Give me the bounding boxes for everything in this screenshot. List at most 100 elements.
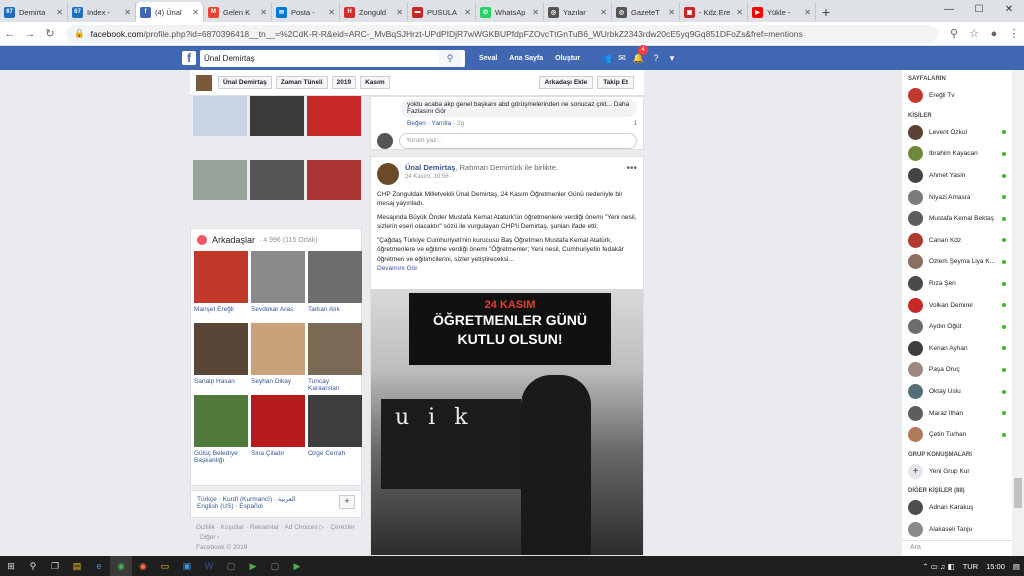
close-tab-icon[interactable]: ✕ [464,8,471,17]
minimize-icon[interactable]: — [934,0,964,20]
facebook-logo[interactable]: f [182,51,196,65]
browser-tab[interactable]: ▬ PUSULA ✕ [408,2,476,22]
contact-item[interactable]: Volkan Demirel [902,294,1012,316]
maximize-icon[interactable]: ☐ [964,0,994,20]
browser-tab[interactable]: 67 Index - ✕ [68,2,136,22]
friend-photo[interactable] [308,323,362,375]
contact-item[interactable]: Mustafa Kemal Bektaş [902,208,1012,230]
friend-name[interactable]: Manşet Ereğli [194,306,248,320]
explorer-icon[interactable]: ▤ [66,556,88,576]
close-tab-icon[interactable]: ✕ [192,8,199,17]
new-group-item[interactable]: + Yeni Grup Kur [902,461,1012,483]
profile-avatar[interactable]: ● [984,28,1004,40]
friend-tile[interactable]: Seyhan Dikay [251,323,305,392]
friend-photo[interactable] [308,251,362,303]
close-tab-icon[interactable]: ✕ [124,8,131,17]
friend-name[interactable]: Seyhan Dikay [251,378,305,392]
close-tab-icon[interactable]: ✕ [56,8,63,17]
timeline-dropdown[interactable]: Zaman Tüneli [275,76,328,89]
contact-item[interactable]: Paşa Oruç [902,359,1012,381]
friend-photo[interactable] [194,395,248,447]
close-tab-icon[interactable]: ✕ [804,8,811,17]
friend-photo[interactable] [251,395,305,447]
friend-tile[interactable]: Sina Çiladır [251,395,305,464]
contact-item[interactable]: Rıza Şen [902,273,1012,295]
contact-item[interactable]: Ereğli Tv [902,85,1012,107]
search-icon[interactable]: ⚲ [944,27,964,40]
clock[interactable]: 15:00 [986,562,1005,571]
contact-item[interactable]: İbrahim Kayacan [902,143,1012,165]
browser-tab[interactable]: ✆ WhatsAp ✕ [476,2,544,22]
photo-thumb[interactable] [307,96,361,136]
friend-name[interactable]: Sina Çiladır [251,450,305,464]
close-tab-icon[interactable]: ✕ [260,8,267,17]
photo-thumb[interactable] [193,160,247,200]
app-icon[interactable]: ▢ [220,556,242,576]
friend-tile[interactable]: Manşet Ereğli [194,251,248,320]
contact-item[interactable]: Alakaseli Tanju [902,519,1012,541]
app-icon[interactable]: ▶ [286,556,308,576]
new-tab-button[interactable]: + [816,2,836,22]
chrome-icon[interactable]: ◉ [110,556,132,576]
fb-search-input[interactable]: Ünal Demirtaş ⚲ [200,49,465,67]
post-author[interactable]: Ünal Demirtaş [405,163,455,172]
language-line-2[interactable]: English (US) · Español [197,503,355,510]
photo-thumb[interactable] [250,96,304,136]
close-window-icon[interactable]: ✕ [994,0,1024,20]
tray-icons[interactable]: ⌃ ▭ ♫ ◧ [922,562,954,571]
close-tab-icon[interactable]: ✕ [600,8,607,17]
scrollbar-thumb[interactable] [1014,478,1022,508]
quick-help-icon[interactable]: ? [648,53,664,64]
browser-tab[interactable]: ✉ Posta - ✕ [272,2,340,22]
friend-name[interactable]: Gülüç Belediye Başkanlığı [194,450,248,464]
friend-name[interactable]: Sevdekar Aras [251,306,305,320]
friends-header[interactable]: Arkadaşlar · 4.996 (115 Ortak) [191,229,361,251]
reload-icon[interactable]: ↻ [40,27,60,40]
notifications-icon[interactable]: ▤ [1013,562,1020,571]
browser-tab[interactable]: 67 Demirta ✕ [0,2,68,22]
friends-requests-icon[interactable]: 👥 [598,53,614,64]
friend-name[interactable]: Ozge Cerrah [308,450,362,464]
scrollbar[interactable] [1012,70,1024,556]
friend-tile[interactable]: Tarkan Alık [308,251,362,320]
contact-item[interactable]: Özlem Şeyma Liya K... [902,251,1012,273]
follow-button[interactable]: Takip Et [597,76,634,89]
menu-icon[interactable]: ⋮ [1004,27,1024,40]
avatar[interactable] [377,163,399,185]
messenger-icon[interactable]: ✉ [614,53,630,64]
photo-thumb[interactable] [307,160,361,200]
contact-item[interactable]: Çetin Turhan [902,424,1012,446]
profile-thumb[interactable] [196,74,212,91]
post-options-icon[interactable]: ••• [626,163,637,185]
close-tab-icon[interactable]: ✕ [736,8,743,17]
month-dropdown[interactable]: Kasım [360,76,390,89]
language-indicator[interactable]: TUR [963,562,978,571]
browser-tab[interactable]: ▣ - Kdz.Ere ✕ [680,2,748,22]
friend-tile[interactable]: Sanalp Hasan [194,323,248,392]
browser-tab[interactable]: M Gelen K ✕ [204,2,272,22]
friend-photo[interactable] [308,395,362,447]
post-with[interactable]: Rahman Demirtürk ile birlikte. [460,163,558,172]
close-tab-icon[interactable]: ✕ [532,8,539,17]
add-friend-button[interactable]: Arkadaşı Ekle [538,76,594,89]
close-tab-icon[interactable]: ✕ [668,8,675,17]
photo-thumb[interactable] [193,96,247,136]
add-language-button[interactable]: + [339,495,355,509]
app-icon[interactable]: ▶ [242,556,264,576]
contact-item[interactable]: Niyazi Amasra [902,186,1012,208]
browser-tab[interactable]: ▶ Yükle - ✕ [748,2,816,22]
browser-tab[interactable]: H Zonguld ✕ [340,2,408,22]
footer-links[interactable]: Gizlilik · Koşullar · Reklamlar · Ad Cho… [196,523,362,533]
user-link[interactable]: Seval [479,55,497,62]
like-link[interactable]: Beğen [407,120,426,127]
forward-icon[interactable]: → [20,28,40,40]
contact-item[interactable]: Maraz İlhan [902,402,1012,424]
friend-photo[interactable] [194,323,248,375]
friend-name[interactable]: Sanalp Hasan [194,378,248,392]
browser-tab[interactable]: ◎ Yazılar ✕ [544,2,612,22]
firefox-icon[interactable]: ◉ [132,556,154,576]
contact-item[interactable]: Oktay Uslu [902,381,1012,403]
friend-tile[interactable]: Sevdekar Aras [251,251,305,320]
friend-name[interactable]: Tuncay Karaarslan [308,378,362,392]
friend-photo[interactable] [251,323,305,375]
